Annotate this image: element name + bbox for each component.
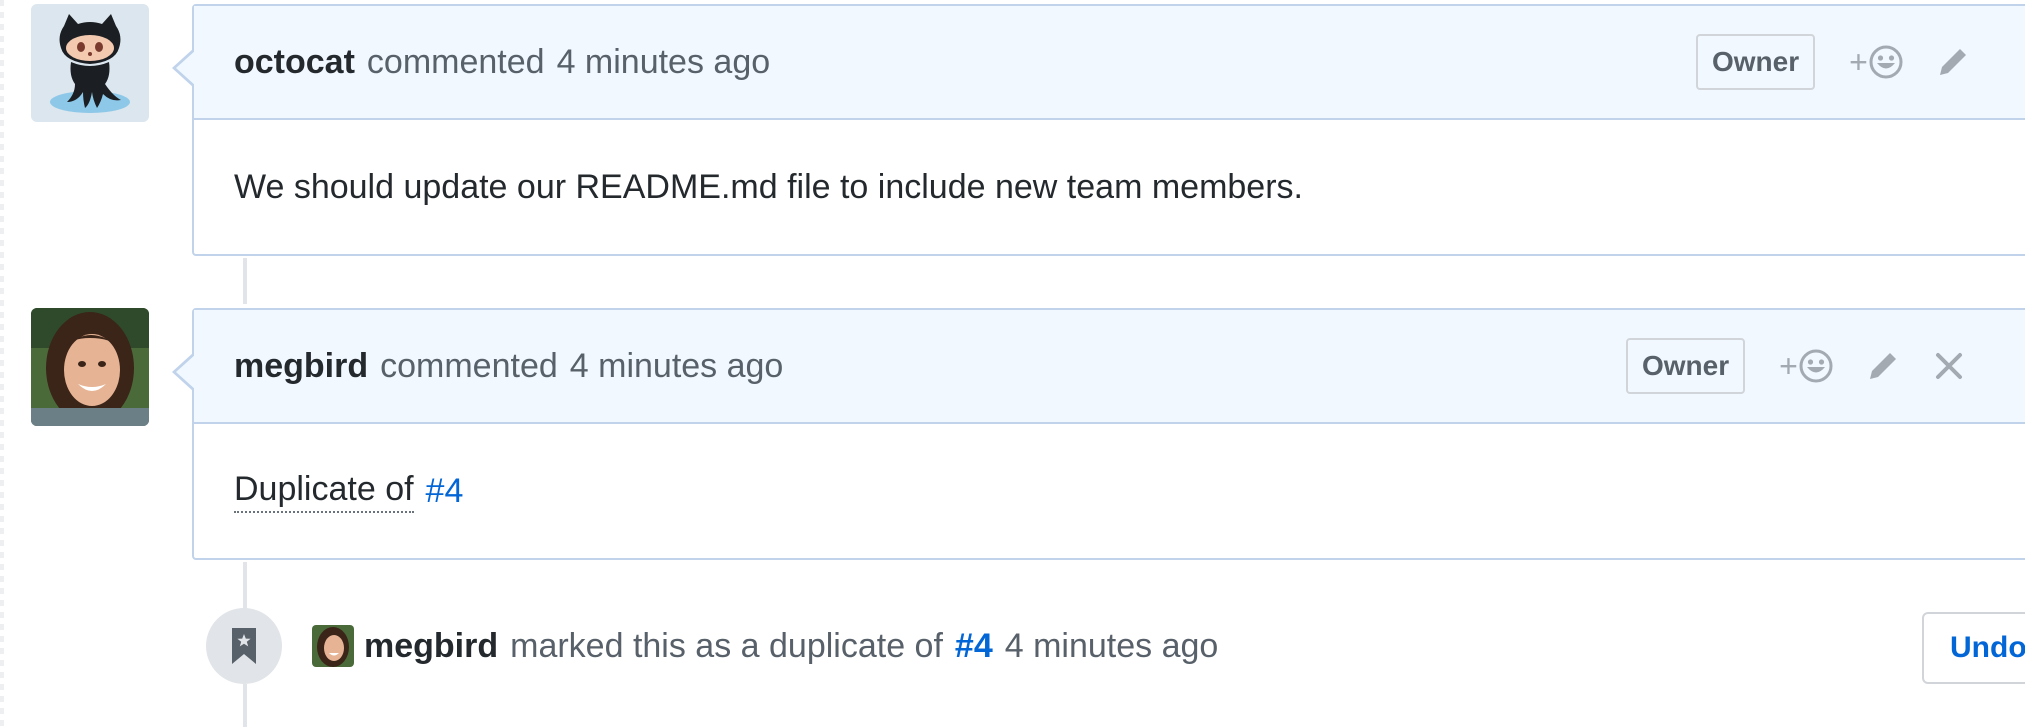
timeline-connector [243, 258, 247, 304]
comment-author[interactable]: megbird [234, 347, 368, 386]
comment-action: commented [380, 346, 558, 385]
timeline: octocat commented 4 minutes ago Owner + [0, 0, 2025, 727]
issue-link[interactable]: #4 [426, 472, 464, 511]
event-timestamp[interactable]: 4 minutes ago [1005, 627, 1219, 666]
bookmark-icon [232, 628, 256, 664]
pencil-icon [1939, 49, 1966, 75]
timeline-connector [243, 684, 247, 727]
smiley-icon [1799, 349, 1833, 383]
comment-actions: Owner + [1626, 310, 1996, 422]
edit-comment-button[interactable] [1934, 43, 1972, 81]
event-text: marked this as a duplicate of [510, 626, 943, 665]
duplicate-of-label: Duplicate of [234, 470, 414, 513]
comment-megbird: megbird commented 4 minutes ago Owner + [172, 308, 2025, 560]
megbird-avatar-image [31, 308, 149, 426]
comment-author[interactable]: octocat [234, 43, 355, 82]
add-reaction-button[interactable]: + [1849, 44, 1904, 81]
avatar-megbird[interactable] [31, 308, 149, 426]
comment-header: octocat commented 4 minutes ago Owner + [194, 6, 2025, 120]
smiley-icon [1869, 45, 1903, 79]
comment-action: commented [366, 42, 545, 81]
pencil-icon [1869, 353, 1896, 379]
comment-timestamp[interactable]: 4 minutes ago [570, 347, 784, 386]
avatar-octocat[interactable] [31, 4, 149, 122]
duplicate-event: megbird marked this as a duplicate of #4… [206, 608, 1218, 684]
octocat-avatar-image [31, 4, 149, 122]
megbird-avatar-image [312, 625, 354, 667]
comment-actions: Owner + [1696, 6, 2002, 118]
owner-badge: Owner [1696, 34, 1816, 90]
close-icon [1935, 353, 1962, 379]
comment-text: We should update our README.md file to i… [234, 167, 1303, 206]
add-reaction-button[interactable]: + [1779, 348, 1834, 385]
event-issue-link[interactable]: #4 [955, 627, 993, 666]
undo-button[interactable]: Undo [1922, 612, 2025, 684]
timeline-connector [243, 562, 247, 612]
owner-badge: Owner [1626, 338, 1746, 394]
avatar-megbird-small[interactable] [312, 625, 354, 667]
comment-octocat: octocat commented 4 minutes ago Owner + [172, 4, 2025, 256]
comment-body: We should update our README.md file to i… [194, 120, 2025, 254]
plus-sign: + [1779, 347, 1798, 384]
comment-body: Duplicate of #4 [194, 424, 2025, 558]
event-author[interactable]: megbird [364, 627, 498, 666]
event-badge [206, 608, 282, 684]
comment-timestamp[interactable]: 4 minutes ago [557, 43, 771, 82]
plus-sign: + [1849, 43, 1868, 80]
edit-comment-button[interactable] [1864, 347, 1902, 385]
delete-comment-button[interactable] [1932, 349, 1966, 383]
comment-header: megbird commented 4 minutes ago Owner + [194, 310, 2025, 424]
page-edge [0, 0, 4, 727]
